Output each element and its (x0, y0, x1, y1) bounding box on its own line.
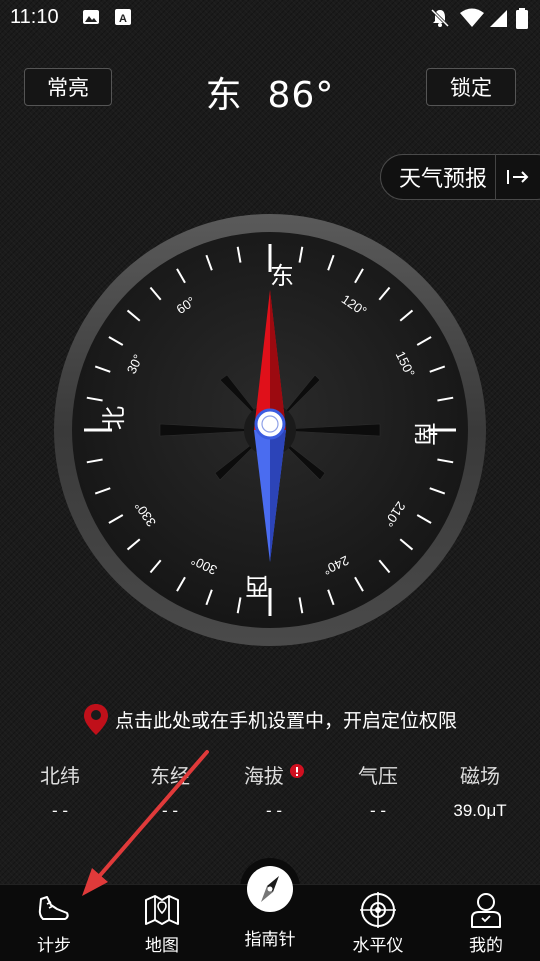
info-magnetic-field: 磁场 39.0μT (428, 760, 532, 821)
nav-profile-label: 我的 (469, 936, 503, 956)
battery-icon (516, 8, 528, 29)
info-altitude: 海拔 - - (222, 760, 326, 821)
nav-level[interactable]: 水平仪 (328, 885, 428, 961)
longitude-value: - - (161, 801, 179, 820)
lock-label: 锁定 (450, 76, 492, 100)
direction-south-label: 南 (411, 422, 439, 446)
weather-forecast-label: 天气预报 (399, 167, 488, 192)
silent-bell-icon (430, 8, 450, 28)
nav-compass[interactable]: 指南针 (220, 866, 320, 961)
needle-hub-inner (261, 415, 279, 433)
info-pressure: 气压 - - (326, 760, 430, 821)
location-permission-text: 点击此处或在手机设置中，开启定位权限 (114, 709, 457, 732)
direction-east-label: 东 (270, 262, 294, 290)
nav-profile[interactable]: 我的 (436, 885, 536, 961)
magnetic-field-label: 磁场 (460, 764, 500, 788)
wifi-icon (460, 8, 484, 27)
altitude-label: 海拔 (243, 764, 284, 788)
svg-text:A: A (119, 13, 127, 25)
compass-dial: 东 南 西 北 60°30°120°150°210°240°300°330° (54, 214, 486, 646)
altitude-label-row: 海拔 (222, 760, 326, 789)
lock-button[interactable]: 锁定 (426, 68, 516, 106)
direction-north-label: 北 (100, 406, 128, 430)
nav-compass-label: 指南针 (244, 930, 296, 950)
direction-west-label: 西 (245, 572, 269, 600)
location-permission-prompt[interactable]: 点击此处或在手机设置中，开启定位权限 (0, 702, 540, 736)
latitude-label: 北纬 (40, 764, 80, 788)
compass-icon (247, 866, 293, 912)
level-icon (360, 892, 396, 928)
magnetic-field-value: 39.0μT (453, 801, 507, 820)
alert-icon[interactable] (290, 764, 305, 778)
altitude-value: - - (265, 801, 283, 820)
info-longitude: 东经 - - (118, 760, 222, 821)
location-pin-icon (83, 704, 108, 735)
map-icon (145, 895, 179, 925)
arrow-right-bar-icon (507, 170, 529, 184)
latitude-value: - - (51, 801, 69, 820)
bottom-nav: 计步 地图 指南针 水平仪 我的 (0, 866, 540, 961)
pressure-label: 气压 (358, 764, 398, 788)
longitude-label: 东经 (150, 764, 190, 788)
weather-forecast-button[interactable]: 天气预报 (380, 154, 540, 200)
nav-level-label: 水平仪 (352, 936, 404, 956)
pressure-value: - - (369, 801, 387, 820)
user-icon (471, 893, 501, 928)
info-latitude: 北纬 - - (8, 760, 112, 821)
font-notification-icon: A (115, 9, 131, 25)
shoe-icon (38, 896, 69, 920)
signal-icon (490, 10, 507, 27)
nav-step-counter[interactable]: 计步 (4, 885, 104, 961)
nav-map[interactable]: 地图 (112, 885, 212, 961)
divider (495, 154, 497, 200)
nav-step-counter-label: 计步 (37, 936, 71, 956)
nav-map-label: 地图 (145, 936, 179, 956)
status-bar: 11:10 A (0, 0, 540, 36)
image-notification-icon (83, 10, 99, 24)
status-time: 11:10 (10, 6, 59, 28)
